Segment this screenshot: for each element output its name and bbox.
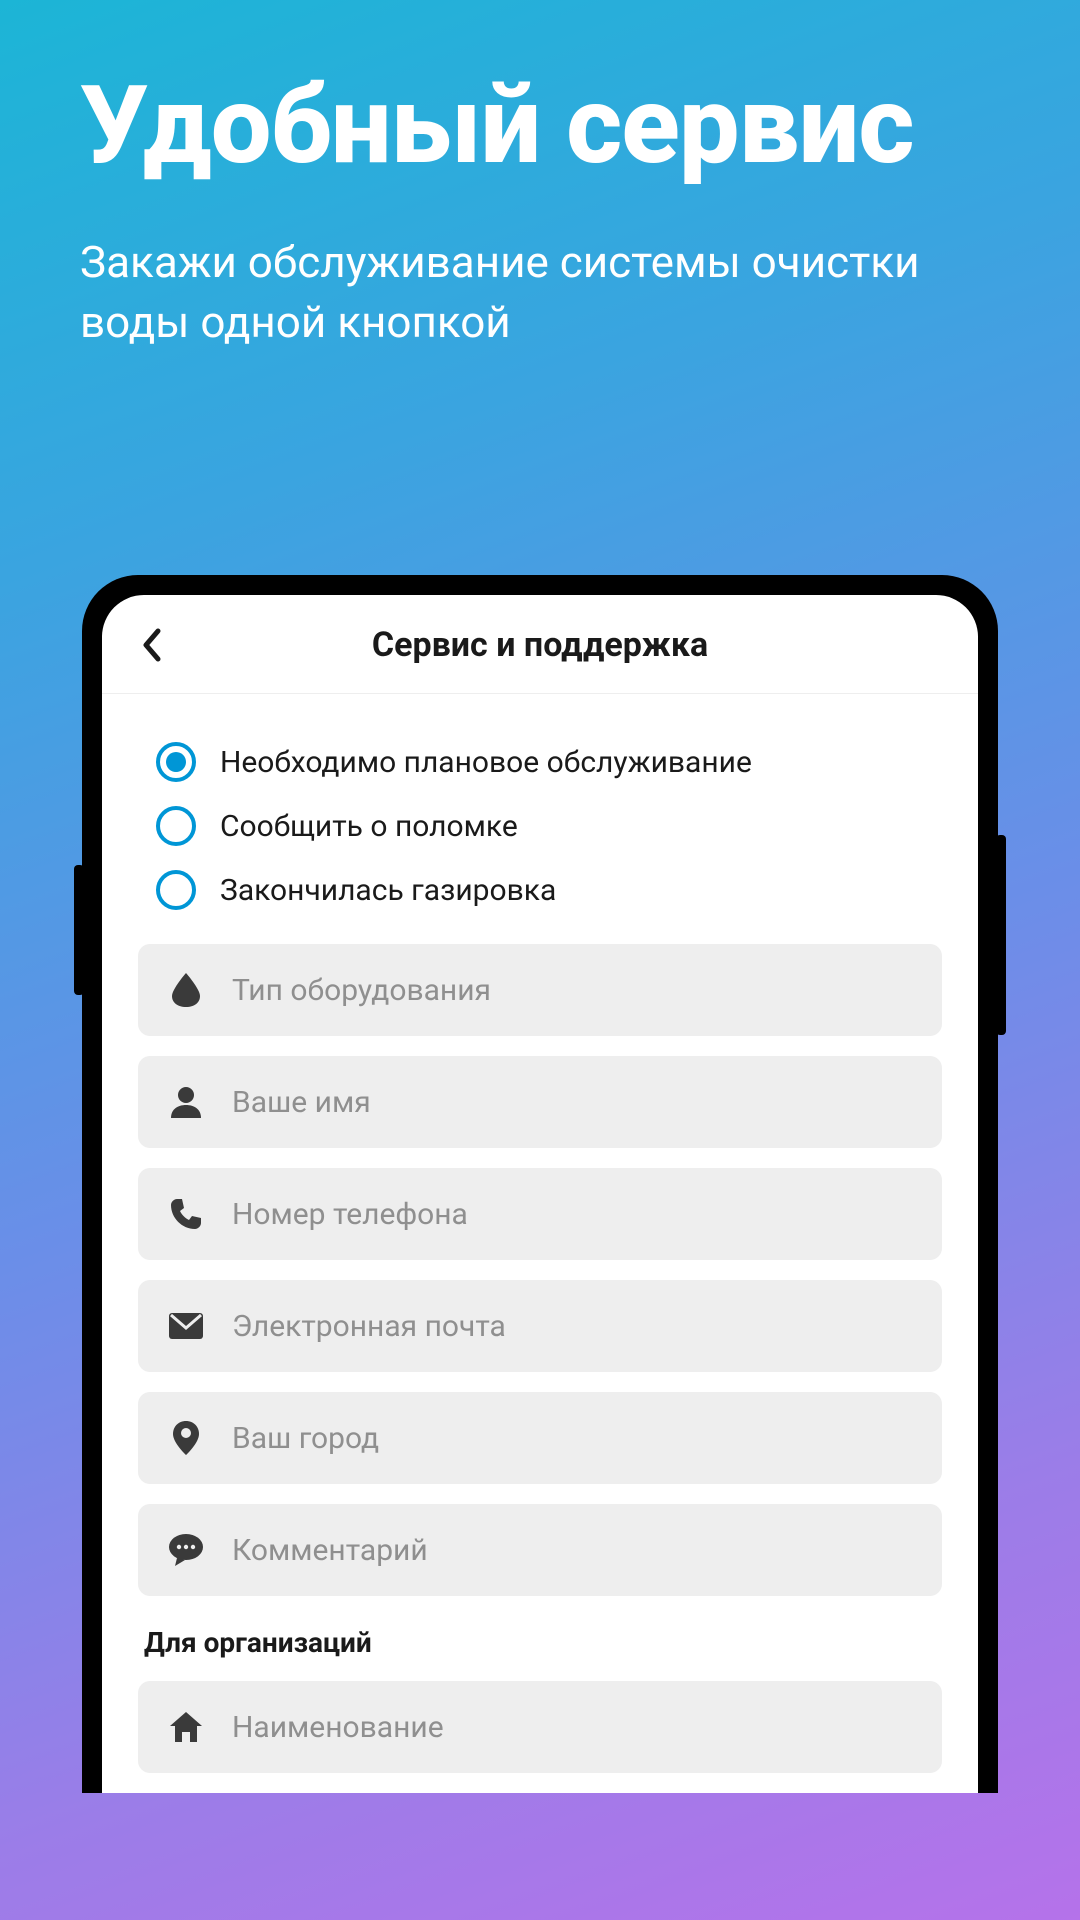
city-field[interactable]: Ваш город	[138, 1392, 942, 1484]
field-placeholder: Электронная почта	[232, 1309, 506, 1344]
person-icon	[168, 1084, 204, 1120]
radio-circle-icon	[156, 742, 196, 782]
phone-frame: Сервис и поддержка Необходимо плановое о…	[82, 575, 998, 1793]
field-placeholder: Тип оборудования	[232, 973, 491, 1008]
location-pin-icon	[168, 1420, 204, 1456]
chevron-left-icon	[142, 628, 162, 662]
radio-label: Закончилась газировка	[220, 873, 556, 908]
envelope-icon	[168, 1308, 204, 1344]
form-body: Необходимо плановое обслуживание Сообщит…	[102, 694, 978, 1773]
radio-out-of-soda[interactable]: Закончилась газировка	[156, 858, 942, 922]
comment-field[interactable]: Комментарий	[138, 1504, 942, 1596]
phone-icon	[168, 1196, 204, 1232]
name-field[interactable]: Ваше имя	[138, 1056, 942, 1148]
drop-icon	[168, 972, 204, 1008]
equipment-type-field[interactable]: Тип оборудования	[138, 944, 942, 1036]
radio-scheduled-maintenance[interactable]: Необходимо плановое обслуживание	[156, 730, 942, 794]
org-name-field[interactable]: Наименование	[138, 1681, 942, 1773]
home-icon	[168, 1709, 204, 1745]
app-header: Сервис и поддержка	[102, 623, 978, 694]
radio-circle-icon	[156, 870, 196, 910]
radio-circle-icon	[156, 806, 196, 846]
radio-label: Необходимо плановое обслуживание	[220, 745, 752, 780]
radio-report-breakdown[interactable]: Сообщить о поломке	[156, 794, 942, 858]
radio-label: Сообщить о поломке	[220, 809, 518, 844]
phone-side-button-left	[74, 865, 84, 995]
field-placeholder: Ваш город	[232, 1421, 379, 1456]
field-placeholder: Наименование	[232, 1710, 444, 1745]
hero-title: Удобный сервис	[80, 70, 1000, 183]
hero-block: Удобный сервис Закажи обслуживание систе…	[0, 0, 1080, 352]
phone-field[interactable]: Номер телефона	[138, 1168, 942, 1260]
comment-icon	[168, 1532, 204, 1568]
phone-screen: Сервис и поддержка Необходимо плановое о…	[102, 595, 978, 1793]
field-placeholder: Комментарий	[232, 1533, 428, 1568]
field-placeholder: Ваше имя	[232, 1085, 371, 1120]
org-section-label: Для организаций	[144, 1626, 942, 1659]
header-title: Сервис и поддержка	[102, 625, 978, 665]
phone-side-button-right	[996, 835, 1006, 1035]
email-field[interactable]: Электронная почта	[138, 1280, 942, 1372]
back-button[interactable]	[130, 623, 174, 667]
hero-subtitle: Закажи обслуживание системы очистки воды…	[80, 233, 1000, 352]
service-type-radio-group: Необходимо плановое обслуживание Сообщит…	[138, 730, 942, 944]
field-placeholder: Номер телефона	[232, 1197, 468, 1232]
